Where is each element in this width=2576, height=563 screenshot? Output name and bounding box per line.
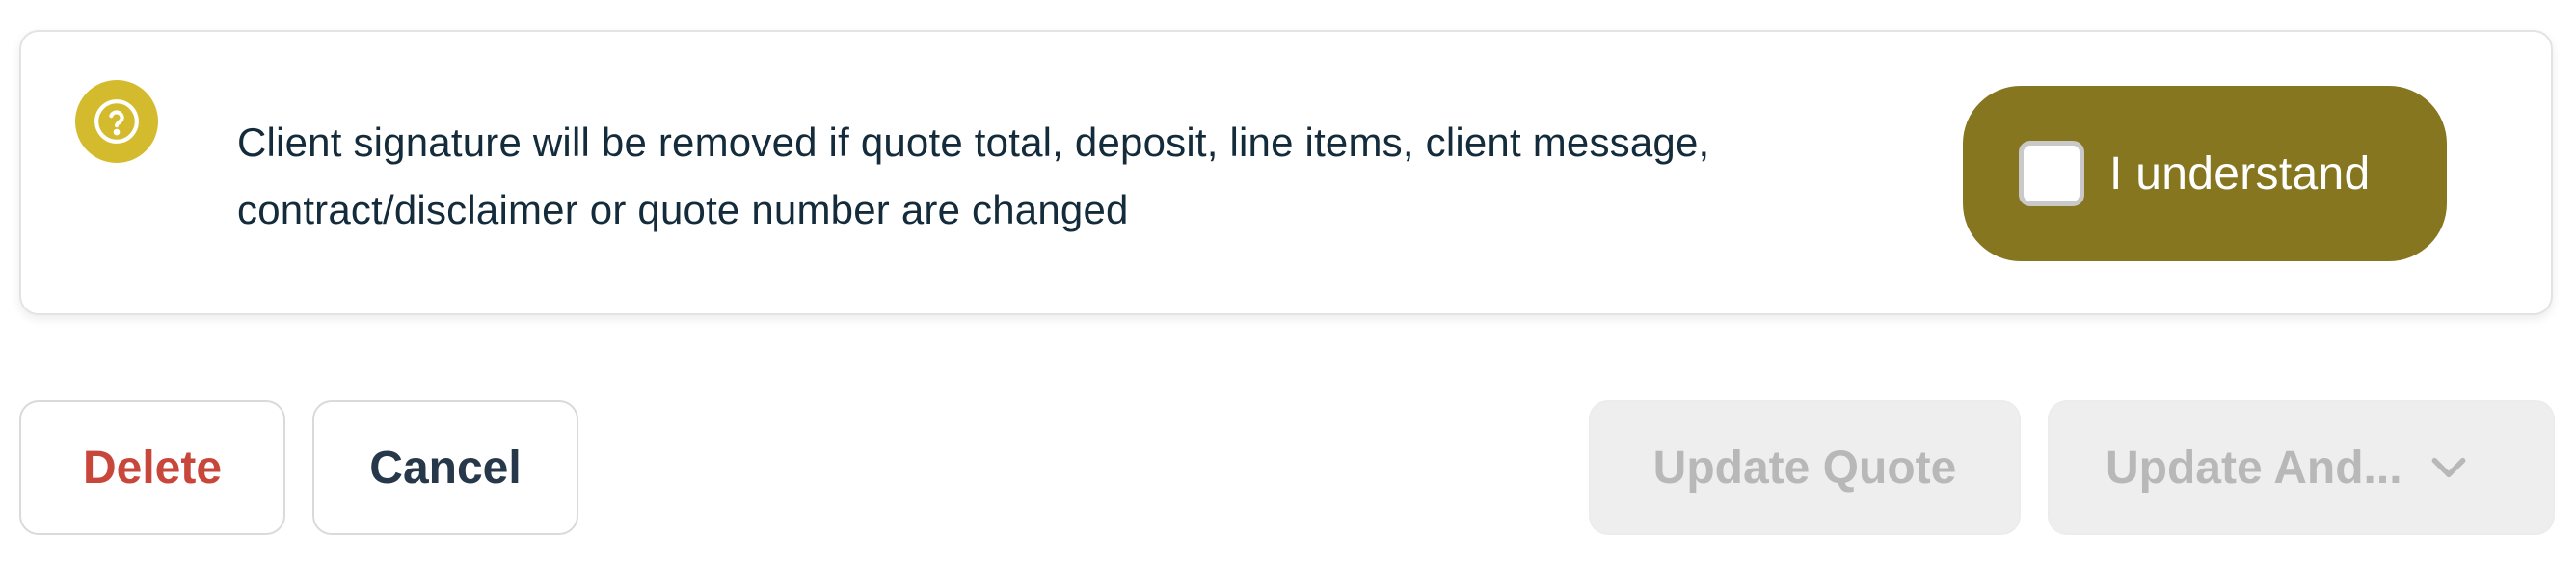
update-and-label: Update And... <box>2106 442 2402 494</box>
chevron-down-icon <box>2428 453 2470 482</box>
help-circle-icon <box>75 80 158 163</box>
signature-warning-line-2: contract/disclaimer or quote number are … <box>237 187 1129 232</box>
cancel-button[interactable]: Cancel <box>312 400 578 535</box>
signature-warning-card: Client signature will be removed if quot… <box>19 30 2553 315</box>
update-and-dropdown-button[interactable]: Update And... <box>2048 400 2555 535</box>
delete-button[interactable]: Delete <box>19 400 285 535</box>
signature-warning-message: Client signature will be removed if quot… <box>237 109 1876 244</box>
i-understand-toggle[interactable]: I understand <box>1963 86 2447 261</box>
update-quote-button[interactable]: Update Quote <box>1589 400 2021 535</box>
quote-footer: Client signature will be removed if quot… <box>0 0 2576 563</box>
i-understand-label: I understand <box>2109 147 2371 200</box>
signature-warning-line-1: Client signature will be removed if quot… <box>237 120 1710 165</box>
i-understand-checkbox[interactable] <box>2019 141 2084 206</box>
